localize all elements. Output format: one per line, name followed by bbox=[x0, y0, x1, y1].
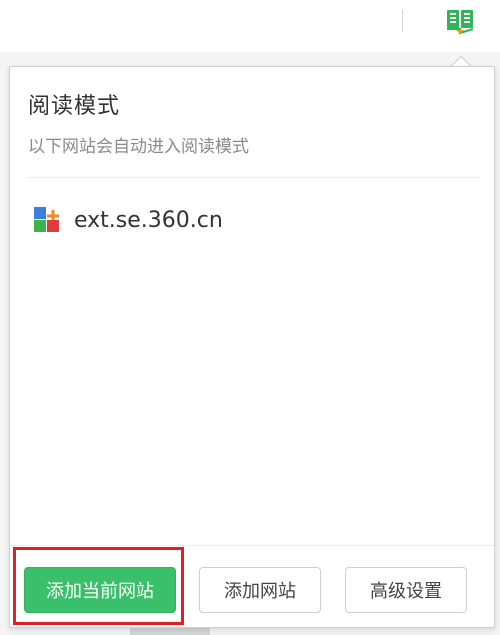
advanced-settings-button[interactable]: 高级设置 bbox=[345, 567, 467, 613]
reading-mode-book-icon bbox=[447, 10, 474, 35]
360-extension-icon bbox=[32, 206, 60, 234]
site-domain: ext.se.360.cn bbox=[74, 207, 223, 233]
reading-mode-extension-button[interactable] bbox=[441, 4, 479, 40]
divider bbox=[10, 545, 494, 546]
browser-toolbar bbox=[0, 0, 500, 52]
divider bbox=[28, 177, 480, 178]
toolbar-separator bbox=[402, 10, 403, 32]
site-list-item[interactable]: ext.se.360.cn bbox=[32, 200, 223, 240]
highlight-annotation bbox=[13, 547, 184, 625]
add-site-button[interactable]: 添加网站 bbox=[199, 567, 321, 613]
popup-title: 阅读模式 bbox=[28, 94, 121, 119]
reading-mode-popup: 阅读模式 以下网站会自动进入阅读模式 ext.se.360.cn 添加当前网站 … bbox=[9, 66, 495, 628]
popup-subtitle: 以下网站会自动进入阅读模式 bbox=[28, 137, 249, 157]
